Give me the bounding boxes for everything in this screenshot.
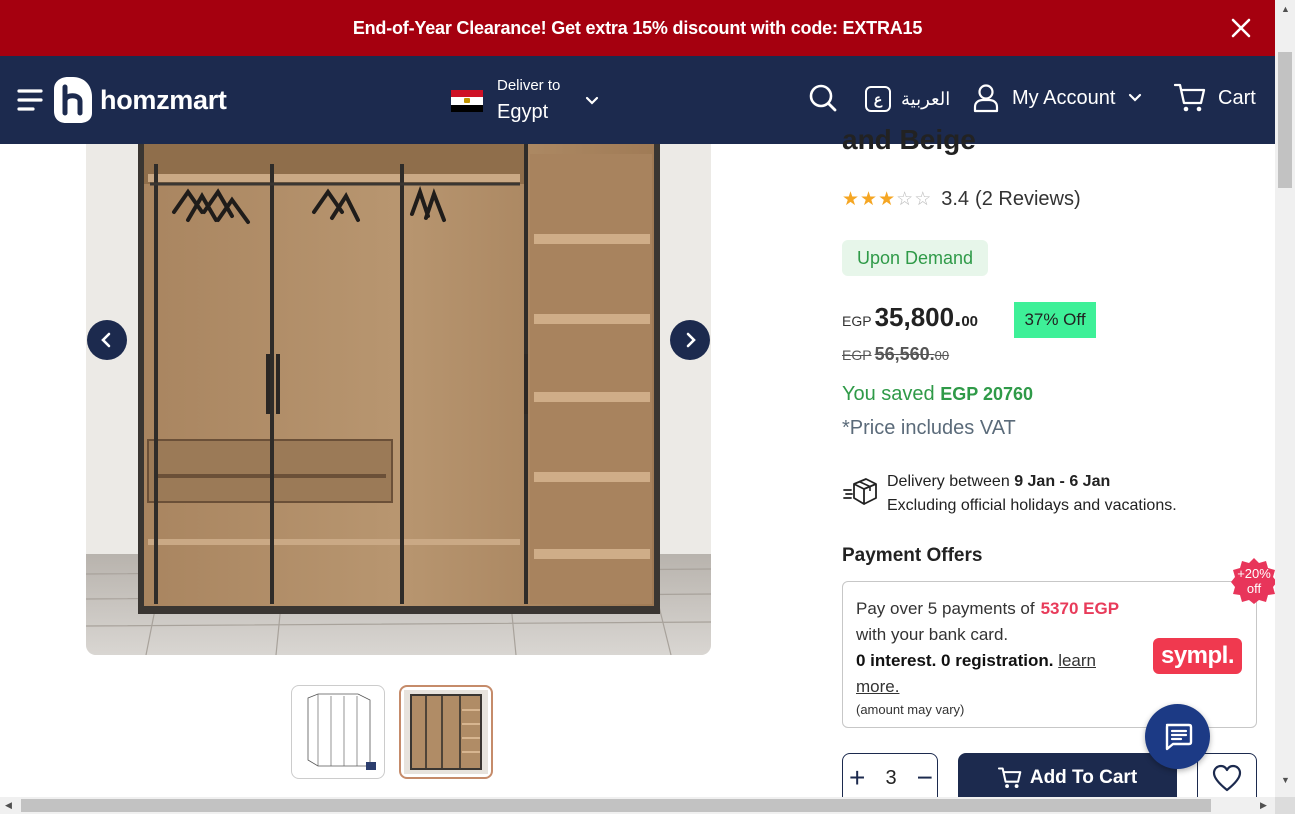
old-price: EGP 56,560. 00 (842, 344, 949, 365)
close-icon[interactable] (1229, 16, 1253, 40)
user-icon (973, 84, 999, 113)
my-account-label: My Account (1012, 86, 1116, 109)
saved-amount: EGP 20760 (940, 384, 1033, 404)
saved-label: You saved (842, 383, 935, 405)
star-empty-icon: ☆ (896, 188, 914, 210)
current-price: EGP 35,800. 00 (842, 302, 978, 333)
search-icon[interactable] (808, 83, 838, 113)
offer-line-installments: Pay over 5 payments of 5370 EGP (856, 596, 1243, 622)
menu-icon[interactable] (17, 86, 43, 114)
extra-discount-badge: +20% off (1230, 557, 1278, 605)
delivery-dates-line: Delivery between 9 Jan - 6 Jan (887, 470, 1177, 494)
star-empty-icon: ☆ (914, 188, 932, 210)
vat-note: *Price includes VAT (842, 417, 1016, 439)
vertical-scrollbar[interactable]: ▲ ▼ (1275, 0, 1295, 797)
chevron-down-icon (1129, 93, 1142, 102)
availability-badge: Upon Demand (842, 240, 989, 276)
horizontal-scrollbar[interactable]: ◀ ▶ (0, 797, 1275, 814)
quantity-value[interactable]: 3 (885, 767, 896, 790)
wardrobe-thumbnail-image (404, 690, 488, 774)
my-account-menu[interactable]: My Account (972, 83, 1143, 113)
product-main-image (86, 144, 711, 655)
scroll-right-arrow-icon[interactable]: ▶ (1260, 800, 1267, 811)
price-main: 35,800. (874, 302, 962, 332)
rating-value: 3.4 (941, 188, 970, 210)
star-filled-icon: ★ (878, 188, 896, 210)
cart-link[interactable]: Cart (1174, 83, 1256, 113)
decrease-quantity-button[interactable]: − (917, 763, 933, 793)
chevron-down-icon (586, 96, 599, 105)
badge-text: +20% off (1230, 566, 1278, 596)
discount-badge: 37% Off (1014, 302, 1096, 338)
payment-offer-card: Pay over 5 payments of 5370 EGP with your… (842, 581, 1257, 728)
deliver-country: Egypt (497, 101, 549, 123)
old-price-currency: EGP (842, 347, 872, 363)
heart-icon (1212, 764, 1242, 792)
logo-icon (54, 77, 92, 123)
increase-quantity-button[interactable]: + (849, 763, 865, 793)
logo-text: homzmart (100, 84, 227, 115)
payment-offers-title: Payment Offers (842, 545, 983, 566)
scroll-down-arrow-icon[interactable]: ▼ (1281, 775, 1290, 785)
cart-label: Cart (1218, 86, 1256, 109)
badge-line1: +20% (1237, 566, 1271, 581)
wardrobe-image (86, 144, 711, 655)
thumbnail-strip (291, 685, 493, 779)
star-filled-icon: ★ (842, 188, 860, 210)
promo-text: End-of-Year Clearance! Get extra 15% dis… (352, 17, 923, 38)
old-price-main: 56,560. (874, 344, 935, 364)
horizontal-scroll-thumb[interactable] (21, 799, 1211, 812)
delivery-note: Excluding official holidays and vacation… (887, 497, 1177, 514)
deliver-to-selector[interactable]: Deliver to Egypt (451, 76, 600, 126)
old-price-decimals: 00 (934, 348, 950, 363)
logo[interactable]: homzmart (52, 75, 227, 125)
site-header: homzmart Deliver to Egypt ع العربية My A… (0, 56, 1275, 144)
language-icon: ع (865, 86, 891, 112)
scrollbar-corner (1275, 797, 1295, 814)
cart-icon (997, 767, 1022, 788)
egypt-flag-icon (451, 90, 483, 112)
offer-installment-amount: 5370 EGP (1040, 599, 1120, 618)
delivery-dates: 9 Jan - 6 Jan (1014, 473, 1111, 490)
price-currency: EGP (842, 313, 872, 329)
offer-interest-text: 0 interest. 0 registration. (856, 651, 1054, 670)
delivery-box-icon (843, 478, 877, 505)
thumbnail-dimensions[interactable] (291, 685, 385, 779)
chevron-left-icon (101, 332, 111, 348)
language-label: العربية (901, 88, 951, 109)
page: End-of-Year Clearance! Get extra 15% dis… (0, 0, 1295, 814)
cart-icon (1174, 83, 1206, 112)
offer-installments-prefix: Pay over 5 payments of (856, 599, 1035, 618)
previous-image-button[interactable] (87, 320, 127, 360)
wardrobe-drawing-image (307, 693, 376, 770)
chevron-right-icon (686, 332, 696, 348)
next-image-button[interactable] (670, 320, 710, 360)
scroll-left-arrow-icon[interactable]: ◀ (5, 800, 12, 811)
price-decimals: 00 (961, 313, 979, 330)
language-switch[interactable]: ع العربية (865, 86, 950, 112)
chat-icon (1165, 723, 1192, 750)
thumbnail-wardrobe[interactable] (399, 685, 493, 779)
product-title: and Beige (842, 124, 976, 155)
promo-banner: End-of-Year Clearance! Get extra 15% dis… (0, 0, 1275, 56)
deliver-to-label: Deliver to (497, 77, 561, 94)
scroll-up-arrow-icon[interactable]: ▲ (1281, 4, 1290, 14)
badge-line2: off (1246, 581, 1262, 596)
star-filled-icon: ★ (860, 188, 878, 210)
product-rating: ★ ★ ★ ☆ ☆ 3.4 (2 Reviews) (842, 188, 1081, 211)
delivery-info: Delivery between 9 Jan - 6 Jan Excluding… (842, 470, 1177, 518)
chat-button[interactable] (1145, 704, 1210, 769)
sympl-logo: sympl. (1153, 638, 1242, 674)
offer-line-interest: 0 interest. 0 registration. learn more. (856, 648, 1126, 700)
savings-text: You saved EGP 20760 (842, 383, 1033, 406)
vertical-scroll-thumb[interactable] (1278, 52, 1292, 188)
add-to-cart-label: Add To Cart (1029, 767, 1138, 788)
reviews-link[interactable]: (2 Reviews) (975, 188, 1081, 211)
delivery-prefix: Delivery between (887, 473, 1010, 490)
